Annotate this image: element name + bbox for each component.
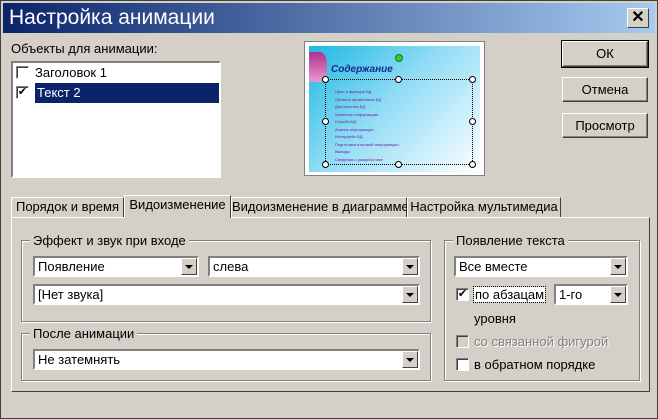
resize-handle[interactable] <box>395 161 402 168</box>
level-suffix-label: уровня <box>474 311 516 326</box>
resize-handle[interactable] <box>469 76 476 83</box>
rotate-handle[interactable] <box>395 54 403 62</box>
by-paragraph-label: по абзацам <box>472 286 547 303</box>
list-item-title-1[interactable]: Заголовок 1 <box>13 63 219 83</box>
chevron-down-icon[interactable] <box>610 286 626 303</box>
title-1-checkbox[interactable] <box>16 66 29 79</box>
text-appearance-group-title: Появление текста <box>453 233 568 248</box>
custom-animation-dialog: Настройка анимации ✕ Объекты для анимаци… <box>0 0 658 419</box>
by-paragraph-checkbox[interactable]: ✔ <box>456 288 469 301</box>
text-appearance-group: Появление текста Все вместе ✔ по абзацам… <box>444 233 640 381</box>
text-mode-select-value: Все вместе <box>459 259 528 274</box>
text-2-checkbox[interactable]: ✔ <box>16 86 29 99</box>
resize-handle[interactable] <box>322 161 329 168</box>
objects-label: Объекты для анимации: <box>11 41 158 56</box>
slide-thumbnail: Содержание Цель и функции БД Области при… <box>309 46 480 172</box>
effect-select-value: Появление <box>38 259 105 274</box>
cancel-button[interactable]: Отмена <box>562 77 648 102</box>
list-item-label: Текст 2 <box>37 85 81 100</box>
after-animation-select-value: Не затемнять <box>38 352 121 367</box>
after-animation-group-title: После анимации <box>30 326 138 341</box>
direction-select[interactable]: слева <box>208 256 420 277</box>
ok-button[interactable]: ОК <box>561 40 649 68</box>
preview-button[interactable]: Просмотр <box>562 113 648 138</box>
slide-title: Содержание <box>331 64 393 75</box>
tab-effects[interactable]: Видоизменение <box>124 195 231 218</box>
direction-select-value: слева <box>213 259 249 274</box>
chevron-down-icon[interactable] <box>402 286 418 303</box>
sound-select-value: [Нет звука] <box>38 287 104 302</box>
chevron-down-icon[interactable] <box>181 258 197 275</box>
list-item-label: Заголовок 1 <box>35 65 107 80</box>
chevron-down-icon[interactable] <box>610 258 626 275</box>
chevron-down-icon[interactable] <box>402 351 418 368</box>
tab-chart-effects[interactable]: Видоизменение в диаграмме <box>231 197 409 217</box>
title-bar[interactable]: Настройка анимации ✕ <box>3 3 655 33</box>
text-placeholder-selection[interactable] <box>325 79 473 165</box>
reverse-order-checkbox[interactable] <box>456 358 469 371</box>
close-icon: ✕ <box>631 9 645 26</box>
paragraph-level-value: 1-го <box>559 287 583 302</box>
attached-shape-checkbox <box>456 335 469 348</box>
resize-handle[interactable] <box>469 161 476 168</box>
tab-panel-effects: Эффект и звук при входе Появление слева … <box>11 217 650 392</box>
chevron-down-icon[interactable] <box>402 258 418 275</box>
attached-shape-label: со связанной фигурой <box>474 334 609 349</box>
resize-handle[interactable] <box>395 76 402 83</box>
resize-handle[interactable] <box>322 118 329 125</box>
after-animation-select[interactable]: Не затемнять <box>33 349 420 370</box>
paragraph-level-select[interactable]: 1-го <box>554 284 628 305</box>
reverse-order-label: в обратном порядке <box>474 357 596 372</box>
sound-select[interactable]: [Нет звука] <box>33 284 420 305</box>
resize-handle[interactable] <box>322 76 329 83</box>
close-button[interactable]: ✕ <box>627 8 649 28</box>
after-animation-group: После анимации Не затемнять <box>21 326 431 381</box>
effect-select[interactable]: Появление <box>33 256 199 277</box>
tab-multimedia-settings[interactable]: Настройка мультимедиа <box>407 197 561 217</box>
resize-handle[interactable] <box>469 118 476 125</box>
list-item-text-2[interactable]: ✔ Текст 2 <box>16 83 219 103</box>
objects-listbox[interactable]: Заголовок 1 ✔ Текст 2 <box>11 61 221 178</box>
entry-effect-group: Эффект и звук при входе Появление слева … <box>21 233 431 322</box>
tab-order-timing[interactable]: Порядок и время <box>11 197 124 217</box>
dialog-title: Настройка анимации <box>9 6 215 29</box>
entry-effect-group-title: Эффект и звук при входе <box>30 233 189 248</box>
text-mode-select[interactable]: Все вместе <box>454 256 628 277</box>
slide-preview: Содержание Цель и функции БД Области при… <box>304 41 485 176</box>
